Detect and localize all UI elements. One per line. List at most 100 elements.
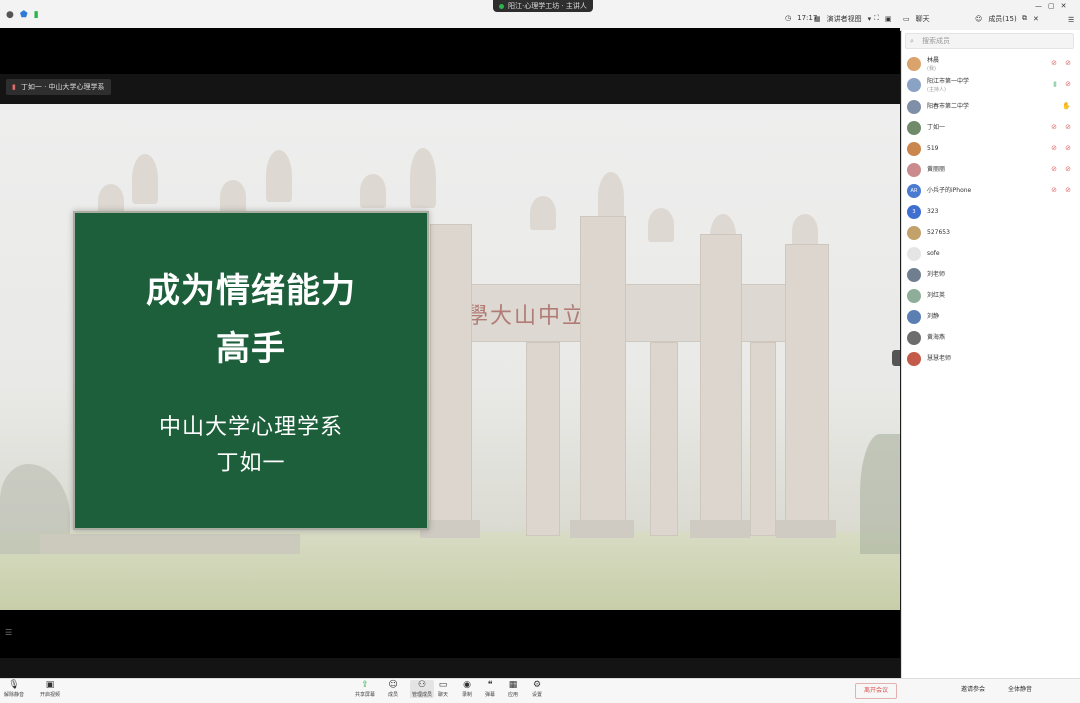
member-name: sofe [927, 250, 940, 257]
pedestal [420, 520, 480, 538]
member-row[interactable]: 慧慧老师 [907, 350, 1077, 368]
pedestal [690, 520, 750, 538]
shield-icon[interactable]: ⬟ [20, 10, 28, 20]
member-search-input[interactable]: ⌕ 搜索成员 [905, 33, 1074, 49]
record-button[interactable]: ◉ 录制 [462, 680, 472, 698]
pedestal [570, 520, 634, 538]
manage-button[interactable]: ⚇ 管理成员 [410, 680, 435, 698]
finial [598, 172, 624, 222]
pillar [785, 244, 829, 536]
signal-icon[interactable]: ▮ [34, 10, 39, 20]
camera-off-icon[interactable]: ⊘ [1065, 80, 1071, 88]
member-row[interactable]: 刘静 [907, 308, 1077, 326]
wall-base [40, 534, 300, 554]
camera-off-icon[interactable]: ⊘ [1065, 123, 1071, 131]
chat-icon: ▭ [903, 15, 910, 23]
pedestal [776, 520, 836, 538]
member-name: 刘静 [927, 313, 940, 320]
toolbar-label: 录制 [462, 692, 473, 698]
avatar: AR [907, 184, 921, 198]
member-row[interactable]: 阳江市第一中学 (主持人) ⊘ ▮ [907, 76, 1077, 94]
popout-icon[interactable]: ⧉ [1022, 14, 1027, 23]
avatar [907, 247, 921, 261]
start-video-button[interactable]: ▣ 开启视频 [40, 680, 60, 698]
sidebar-collapse-handle[interactable] [892, 350, 900, 366]
members-icon: ☺ [388, 680, 398, 690]
toolbar-label: 弹幕 [485, 692, 496, 698]
avatar [907, 289, 921, 303]
mute-all-button[interactable]: 全体静音 [1008, 684, 1032, 693]
recording-dot-icon [499, 3, 504, 9]
window-close-icon[interactable]: ✕ [1061, 2, 1067, 10]
member-name: 阳江市第一中学 [927, 78, 970, 85]
slide-title-line-2: 高手 [216, 329, 286, 369]
mic-muted-icon[interactable]: ⊘ [1051, 144, 1057, 152]
member-role: (主持人) [927, 87, 946, 93]
meeting-title-pill[interactable]: 阳江·心理学工坊 · 主讲人 [493, 0, 593, 12]
pillar [650, 342, 678, 536]
share-button[interactable]: ⇪ 共享屏幕 [355, 680, 375, 698]
mic-muted-icon[interactable]: ⊘ [1051, 123, 1057, 131]
settings-icon: ⚙ [532, 680, 542, 690]
camera-off-icon[interactable]: ⊘ [1065, 59, 1071, 67]
member-role: (我) [927, 66, 936, 72]
member-row[interactable]: sofe [907, 245, 1077, 263]
window-controls-left: ⛶ ▣ [874, 14, 892, 23]
fullscreen-icon[interactable]: ⛶ [874, 14, 879, 23]
mic-muted-icon[interactable]: ⊘ [1051, 59, 1057, 67]
member-name: 黄海燕 [927, 334, 946, 341]
finial [266, 150, 292, 202]
grid-icon: ▦ [814, 15, 821, 23]
member-row[interactable]: 林晨 (我) ⊘ ⊘ [907, 55, 1077, 73]
chat-bubble-icon[interactable]: ☰ [5, 628, 13, 638]
view-switch[interactable]: ▦ 演讲者视图 ▾ [814, 14, 871, 24]
chat-button[interactable]: ▭ 聊天 [438, 680, 448, 698]
leave-meeting-button[interactable]: 离开会议 [855, 683, 897, 699]
member-row[interactable]: 黄海燕 [907, 329, 1077, 347]
more-icon[interactable]: ☰ [1068, 16, 1074, 24]
invite-button[interactable]: 邀请参会 [961, 684, 985, 693]
member-row[interactable]: 黄丽丽 ⊘ ⊘ [907, 161, 1077, 179]
member-row[interactable]: AR 小兵子的iPhone ⊘ ⊘ [907, 182, 1077, 200]
members-button[interactable]: ☺ 成员 [388, 680, 398, 698]
letterbox-bottom [0, 610, 900, 658]
camera-off-icon[interactable]: ⊘ [1065, 144, 1071, 152]
member-row[interactable]: 3 323 [907, 203, 1077, 221]
member-name: 阳春市第二中学 [927, 103, 970, 110]
comment-button[interactable]: ❝ 弹幕 [485, 680, 495, 698]
avatar [907, 121, 921, 135]
camera-off-icon[interactable]: ⊘ [1065, 186, 1071, 194]
pillar [750, 342, 776, 536]
member-row[interactable]: 丁如一 ⊘ ⊘ [907, 119, 1077, 137]
mic-muted-icon[interactable]: ▮ [1053, 80, 1057, 88]
tab-members[interactable]: ☺ 成员(15) [975, 14, 1017, 24]
member-row[interactable]: 527653 [907, 224, 1077, 242]
speaker-name-tag: ▮ 丁如一 · 中山大学心理学系 [6, 79, 111, 95]
member-row[interactable]: 刘老师 [907, 266, 1077, 284]
member-row[interactable]: 刘红英 [907, 287, 1077, 305]
member-name: 527653 [927, 229, 950, 236]
slide-title-line-1: 成为情绪能力 [146, 271, 356, 311]
info-icon[interactable]: ● [6, 10, 14, 20]
avatar [907, 163, 921, 177]
slide-subtitle: 中山大学心理学系 丁如一 [75, 410, 427, 482]
avatar [907, 100, 921, 114]
settings-button[interactable]: ⚙ 设置 [532, 680, 542, 698]
tab-chat[interactable]: ▭ 聊天 [903, 14, 930, 24]
member-name: 刘红英 [927, 292, 946, 299]
finial [132, 154, 158, 204]
member-row[interactable]: 阳春市第二中学 ✋ [907, 98, 1077, 116]
member-row[interactable]: 519 ⊘ ⊘ [907, 140, 1077, 158]
minimize-icon[interactable]: — [1035, 2, 1042, 10]
mic-muted-icon[interactable]: ⊘ [1051, 186, 1057, 194]
layout-icon[interactable]: ▣ [885, 15, 892, 23]
unmute-button[interactable]: 🎙 解除静音 [4, 680, 24, 698]
maximize-icon[interactable]: ▢ [1048, 2, 1055, 10]
member-name: 林晨 [927, 57, 940, 64]
camera-off-icon[interactable]: ⊘ [1065, 165, 1071, 173]
close-icon[interactable]: ✕ [1033, 15, 1039, 23]
apps-button[interactable]: ▦ 应用 [508, 680, 518, 698]
member-name: 慧慧老师 [927, 355, 952, 362]
clock-icon: ◷ [785, 14, 792, 22]
mic-muted-icon[interactable]: ⊘ [1051, 165, 1057, 173]
